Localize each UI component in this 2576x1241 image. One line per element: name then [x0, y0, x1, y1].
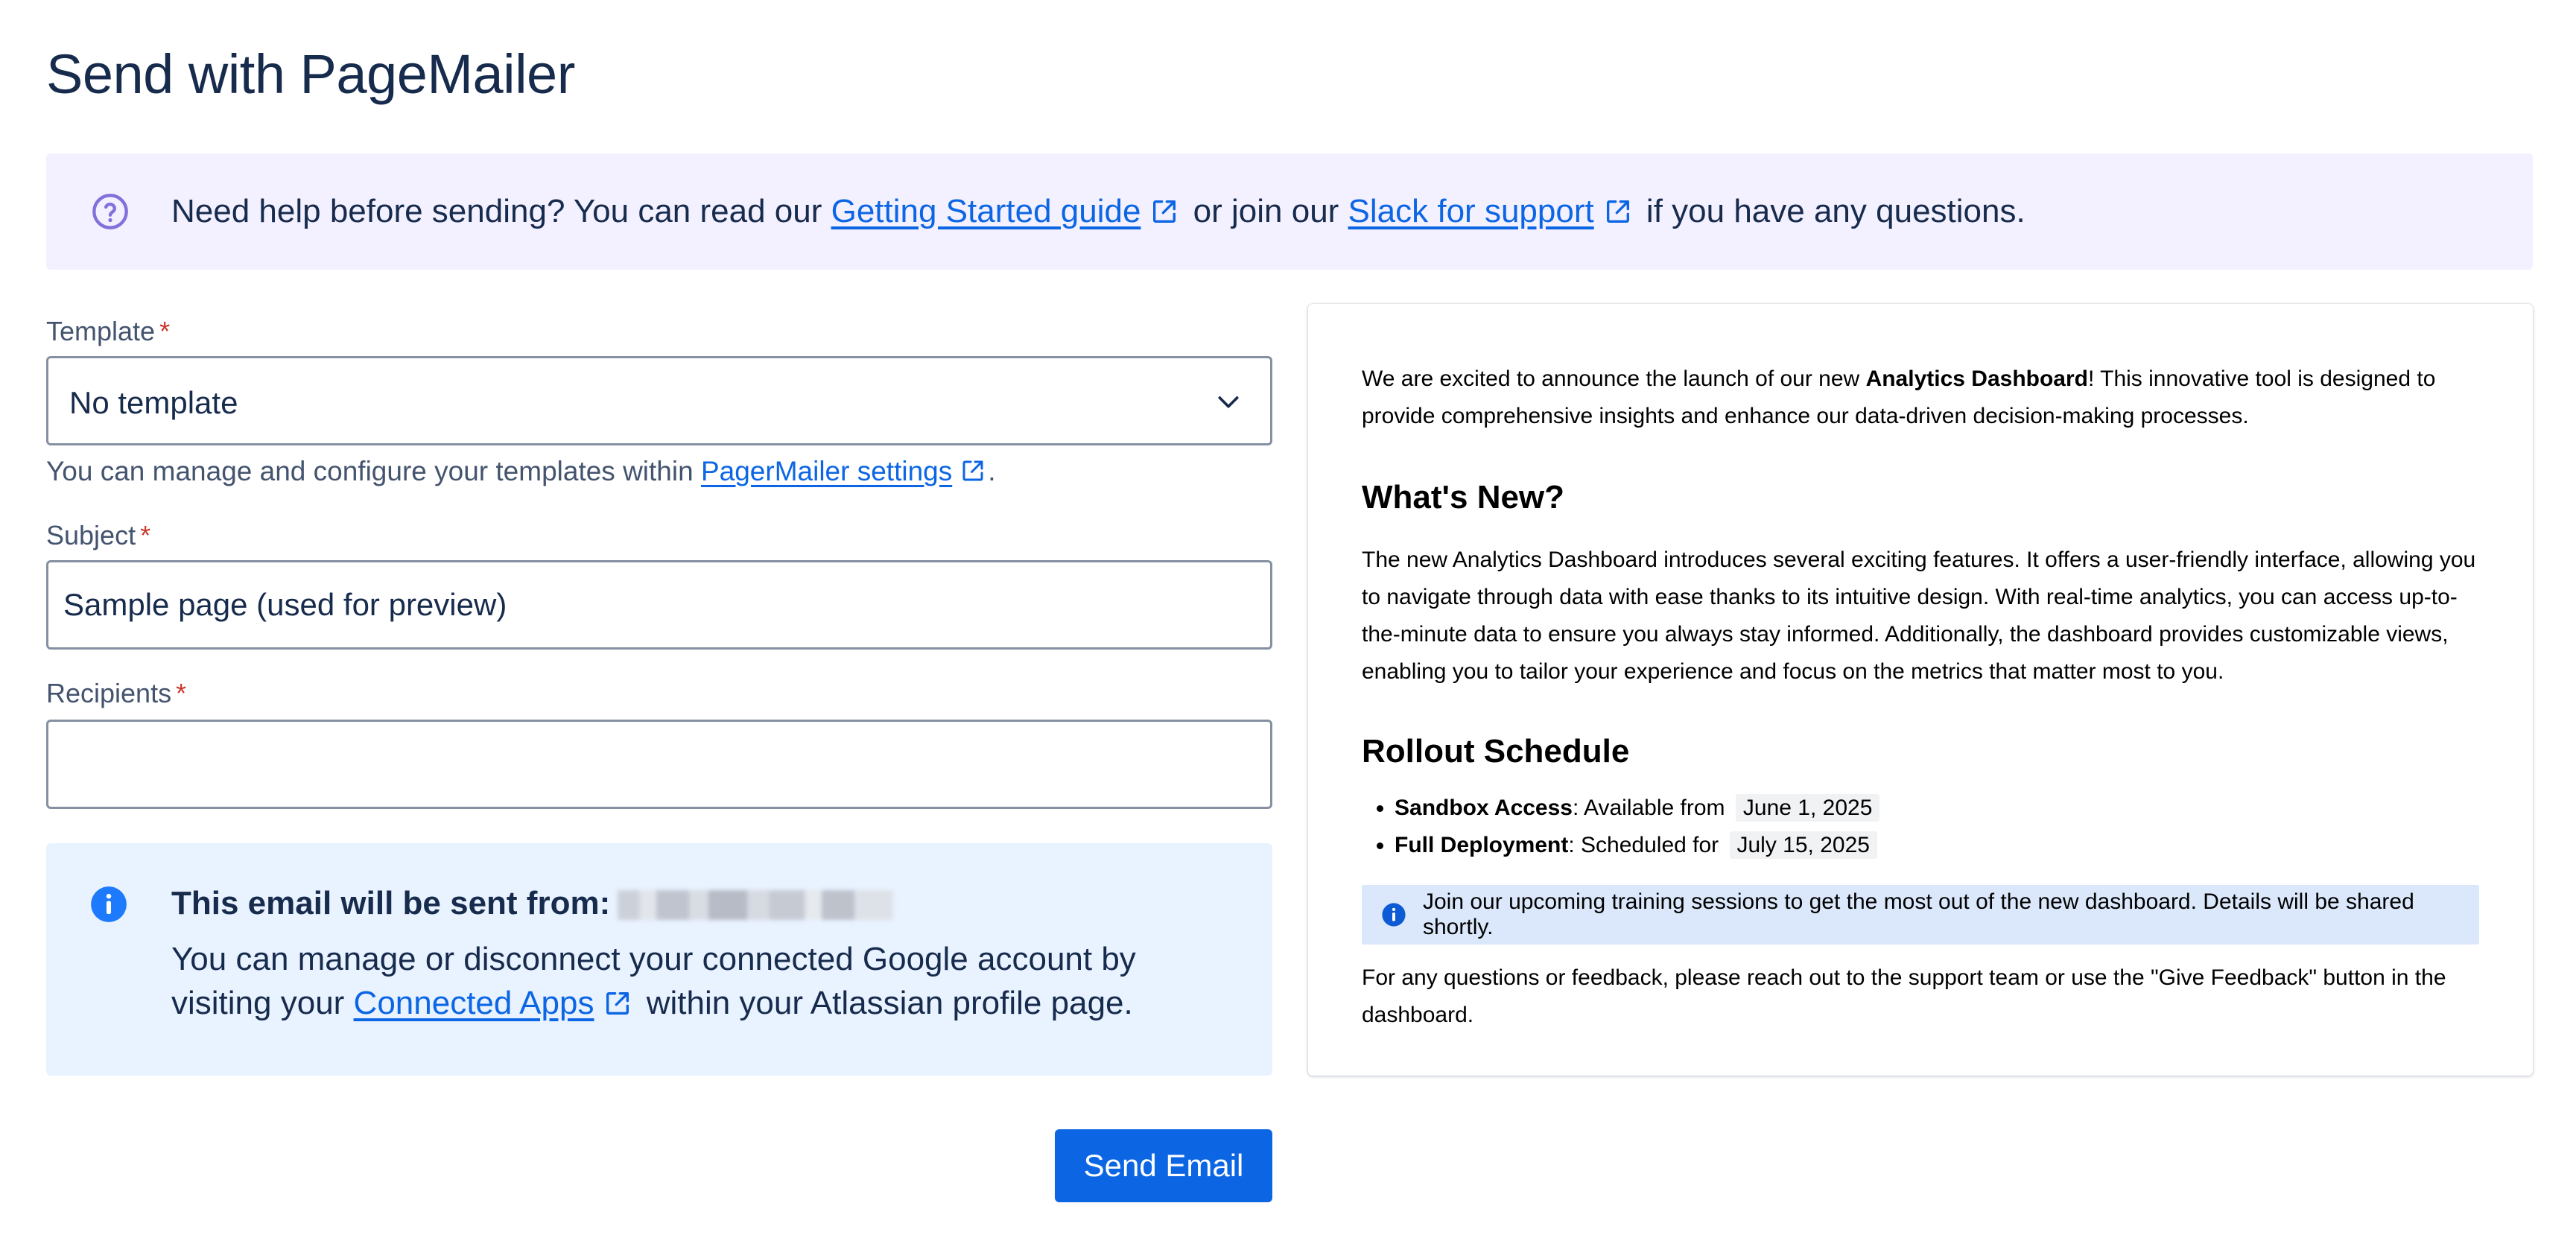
preview-info-panel: Join our upcoming training sessions to g…: [1362, 884, 2479, 945]
preview-intro-bold: Analytics Dashboard: [1865, 366, 2088, 391]
help-banner: Need help before sending? You can read o…: [46, 153, 2533, 270]
required-mark: *: [159, 316, 171, 346]
preview-paragraph: The new Analytics Dashboard introduces s…: [1362, 547, 2476, 684]
question-circle-icon: [92, 194, 128, 229]
info-circle-icon: [1382, 903, 1406, 927]
recipients-label: Recipients *: [46, 678, 186, 709]
getting-started-guide-link[interactable]: Getting Started guide: [831, 193, 1141, 229]
help-text-before: Need help before sending? You can read o…: [171, 193, 831, 229]
recipients-field: [46, 720, 1272, 809]
subject-input[interactable]: [48, 562, 1270, 647]
list-item: Full Deployment: Scheduled for July 15, …: [1395, 827, 2479, 864]
email-preview-content: We are excited to announce the launch of…: [1362, 361, 2479, 1034]
sender-info-box: This email will be sent from: You can ma…: [46, 843, 1272, 1076]
template-helper-after: .: [988, 456, 996, 486]
schedule-item-label: Full Deployment: [1395, 832, 1569, 857]
template-helper-before: You can manage and configure your templa…: [46, 456, 701, 486]
external-link-icon: [1606, 200, 1629, 223]
external-link-icon: [1153, 200, 1176, 223]
schedule-item-text: : Available from: [1573, 795, 1731, 820]
page-title: Send with PageMailer: [46, 43, 575, 105]
schedule-item-label: Sandbox Access: [1395, 795, 1573, 820]
pagermailer-settings-link[interactable]: PagerMailer settings: [701, 456, 952, 486]
preview-intro: We are excited to announce the launch of…: [1362, 361, 2479, 435]
sender-info-body: You can manage or disconnect your connec…: [171, 937, 1244, 1026]
sender-info-title-text: This email will be sent from:: [171, 885, 611, 921]
template-label: Template *: [46, 316, 170, 347]
preview-closing: For any questions or feedback, please re…: [1362, 965, 2446, 1027]
recipients-input[interactable]: [48, 722, 1270, 807]
help-banner-text: Need help before sending? You can read o…: [171, 191, 2025, 232]
template-select-value: No template: [69, 385, 238, 420]
preview-info-text: Join our upcoming training sessions to g…: [1423, 889, 2414, 939]
template-select[interactable]: No template: [46, 356, 1272, 445]
required-mark: *: [140, 520, 151, 550]
preview-heading-rollout: Rollout Schedule: [1362, 732, 1630, 769]
send-email-button[interactable]: Send Email: [1055, 1129, 1272, 1202]
chevron-down-icon: [1218, 396, 1239, 408]
schedule-item-text: : Scheduled for: [1568, 832, 1725, 857]
help-text-middle: or join our: [1184, 193, 1348, 229]
email-preview-panel[interactable]: We are excited to announce the launch of…: [1308, 304, 2533, 1076]
required-mark: *: [176, 678, 187, 708]
template-helper-text: You can manage and configure your templa…: [46, 456, 996, 487]
help-text-after: if you have any questions.: [1637, 193, 2025, 229]
template-label-text: Template: [46, 316, 156, 346]
slack-support-link[interactable]: Slack for support: [1348, 193, 1594, 229]
connected-apps-link[interactable]: Connected Apps: [354, 985, 594, 1021]
rollout-schedule-list: Sandbox Access: Available from June 1, 2…: [1362, 790, 2479, 864]
subject-label: Subject *: [46, 520, 150, 551]
sender-info-body-after: within your Atlassian profile page.: [637, 985, 1133, 1022]
sender-info-title: This email will be sent from:: [171, 885, 894, 922]
schedule-item-date: July 15, 2025: [1729, 831, 1877, 859]
external-link-icon: [606, 992, 629, 1015]
subject-label-text: Subject: [46, 520, 136, 550]
preview-heading-whats-new: What's New?: [1362, 479, 1565, 515]
preview-intro-before: We are excited to announce the launch of…: [1362, 366, 1866, 391]
subject-field: [46, 560, 1272, 650]
recipients-label-text: Recipients: [46, 678, 172, 708]
external-link-icon: [962, 460, 983, 481]
redacted-email: [618, 890, 894, 920]
schedule-item-date: June 1, 2025: [1735, 793, 1880, 822]
info-circle-icon: [91, 886, 127, 922]
list-item: Sandbox Access: Available from June 1, 2…: [1395, 790, 2479, 827]
